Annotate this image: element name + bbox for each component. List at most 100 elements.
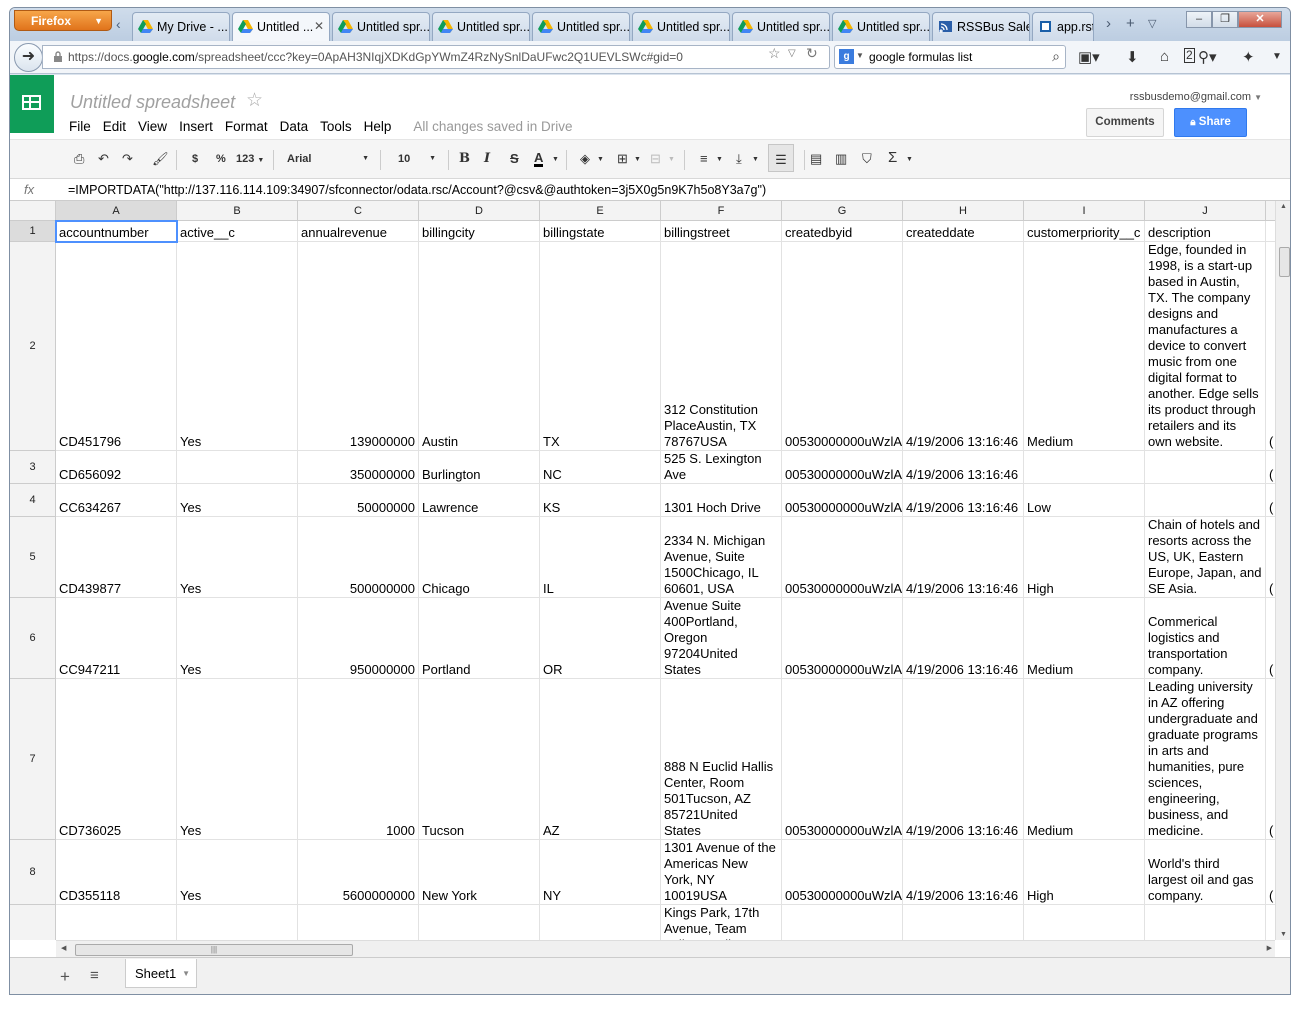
back-button[interactable]: ➜ (14, 43, 43, 72)
header-cell[interactable]: billingcity (419, 221, 540, 242)
partial-cell[interactable]: ( (1266, 451, 1275, 484)
menu-data[interactable]: Data (280, 119, 309, 134)
search-icon[interactable]: ⌕ (1052, 48, 1060, 65)
comments-button[interactable]: Comments (1086, 108, 1164, 137)
chevron-down-icon[interactable]: ▼ (597, 156, 604, 163)
filter-icon[interactable]: ⛉ (862, 151, 872, 167)
select-all-corner[interactable] (10, 201, 56, 221)
borders-icon[interactable]: ⊞ (617, 151, 628, 167)
url-bar[interactable]: https://docs.google.com/spreadsheet/ccc?… (42, 45, 830, 69)
table-cell[interactable]: 1301 Avenue of the Americas New York, NY… (661, 840, 782, 905)
column-header[interactable]: J (1145, 201, 1266, 221)
table-cell[interactable]: Chicago (419, 517, 540, 598)
table-cell[interactable] (782, 905, 903, 940)
row-header[interactable] (10, 905, 56, 940)
partial-cell[interactable] (1266, 221, 1275, 242)
browser-tab[interactable]: Untitled spr... (732, 12, 830, 41)
table-cell[interactable]: Leading university in AZ offering underg… (1145, 679, 1266, 840)
currency-format-button[interactable]: $ (192, 153, 198, 165)
table-cell[interactable]: CD355118 (56, 840, 177, 905)
table-cell[interactable]: IL (540, 517, 661, 598)
partial-cell[interactable]: ( (1266, 679, 1275, 840)
header-cell[interactable]: billingstreet (661, 221, 782, 242)
table-cell[interactable]: Yes (177, 598, 298, 679)
table-cell[interactable]: New York (419, 840, 540, 905)
header-cell[interactable]: customerpriority__c (1024, 221, 1145, 242)
percent-format-button[interactable]: % (216, 153, 226, 165)
scroll-tabs-left-icon[interactable]: ‹ (116, 16, 121, 32)
table-cell[interactable] (1145, 484, 1266, 517)
browser-tab[interactable]: Untitled spr... (832, 12, 930, 41)
browser-tab[interactable]: Untitled spr... (532, 12, 630, 41)
table-cell[interactable]: Commerical logistics and transportation … (1145, 598, 1266, 679)
scroll-down-icon[interactable]: ▼ (1280, 931, 1287, 938)
menu-insert[interactable]: Insert (179, 119, 213, 134)
table-cell[interactable]: Yes (177, 840, 298, 905)
insert-chart-icon[interactable]: ▥ (835, 151, 847, 167)
table-cell[interactable]: 00530000000uWzlA (782, 242, 903, 451)
paint-format-icon[interactable]: 🖌︎ (152, 151, 169, 167)
table-cell[interactable]: 888 N Euclid Hallis Center, Room 501Tucs… (661, 679, 782, 840)
table-cell[interactable]: 525 S. Lexington Ave (661, 451, 782, 484)
column-header-partial[interactable] (1266, 201, 1275, 221)
table-cell[interactable]: NY (540, 840, 661, 905)
row-header[interactable]: 7 (10, 679, 56, 840)
home-icon[interactable]: ⌂ (1160, 48, 1169, 65)
browser-tab[interactable]: Untitled ... ✕ (232, 12, 330, 42)
search-engine-dropdown-icon[interactable]: ▼ (856, 51, 864, 60)
redo-icon[interactable]: ↷ (122, 151, 133, 167)
browser-tab[interactable]: Untitled spr... (432, 12, 530, 41)
table-cell[interactable] (1145, 451, 1266, 484)
star-icon[interactable]: ☆ (246, 89, 263, 112)
firefox-menu-button[interactable]: Firefox ▼ (14, 10, 112, 31)
table-cell[interactable]: Yes (177, 517, 298, 598)
table-cell[interactable]: CD439877 (56, 517, 177, 598)
overflow-menu-icon[interactable]: ▼ (1272, 51, 1282, 62)
table-cell[interactable]: 2334 N. Michigan Avenue, Suite 1500Chica… (661, 517, 782, 598)
formula-input[interactable]: =IMPORTDATA("http://137.116.114.109:3490… (68, 183, 766, 197)
table-cell[interactable]: CD451796 (56, 242, 177, 451)
table-cell[interactable]: 00530000000uWzlA (782, 517, 903, 598)
partial-cell[interactable]: ( (1266, 840, 1275, 905)
browser-tab[interactable]: app.rst (1032, 12, 1094, 41)
google-search-engine-icon[interactable]: g (839, 49, 854, 64)
list-all-tabs-icon[interactable]: ▽ (1148, 17, 1156, 30)
table-cell[interactable]: CC634267 (56, 484, 177, 517)
bookmark-star-icon[interactable]: ☆ (768, 45, 781, 62)
table-cell[interactable] (419, 905, 540, 940)
addon-badge-icon[interactable]: 2 (1184, 48, 1195, 63)
partial-cell[interactable]: ( (1266, 242, 1275, 451)
scroll-left-icon[interactable]: ◀ (61, 944, 66, 952)
header-cell[interactable]: active__c (177, 221, 298, 242)
table-cell[interactable]: 1301 Hoch Drive (661, 484, 782, 517)
table-cell[interactable] (177, 451, 298, 484)
network-addon-icon[interactable]: ⚲▾ (1198, 48, 1217, 66)
table-cell[interactable]: 4/19/2006 13:16:46 (903, 242, 1024, 451)
font-size-select[interactable]: 10 ▼ (398, 153, 436, 165)
wrap-text-icon[interactable]: ☰ (768, 144, 794, 172)
downloads-icon[interactable]: ⬇ (1126, 48, 1139, 66)
table-cell[interactable]: Yes (177, 242, 298, 451)
browser-tab[interactable]: Untitled spr... (632, 12, 730, 41)
table-cell[interactable]: High (1024, 517, 1145, 598)
table-cell[interactable]: 1000 (298, 679, 419, 840)
scroll-up-icon[interactable]: ▲ (1280, 203, 1287, 210)
horizontal-scrollbar[interactable]: ◀ ||| ▶ (56, 940, 1275, 957)
sheets-logo[interactable] (10, 75, 54, 133)
merge-cells-icon[interactable]: ⊟ (650, 151, 661, 167)
horizontal-scroll-thumb[interactable]: ||| (75, 944, 353, 956)
text-color-button[interactable]: A (534, 151, 544, 167)
row-header[interactable]: 2 (10, 242, 56, 451)
partial-cell[interactable]: ( (1266, 598, 1275, 679)
vertical-scroll-thumb[interactable] (1279, 247, 1290, 277)
table-cell[interactable]: 4/19/2006 13:16:46 (903, 451, 1024, 484)
column-header[interactable]: G (782, 201, 903, 221)
column-header[interactable]: B (177, 201, 298, 221)
scroll-tabs-right-icon[interactable]: › (1106, 15, 1111, 32)
chevron-down-icon[interactable]: ▼ (634, 156, 641, 163)
menu-view[interactable]: View (138, 119, 167, 134)
vertical-scrollbar[interactable]: ▲ ▼ (1275, 201, 1290, 940)
partial-cell[interactable]: ( (1266, 517, 1275, 598)
browser-tab[interactable]: My Drive - ... (132, 12, 230, 41)
url-history-dropdown-icon[interactable]: ▽ (788, 48, 796, 59)
